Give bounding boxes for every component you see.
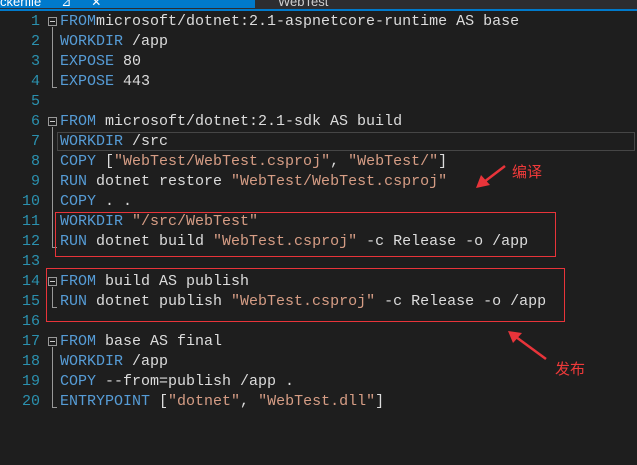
arrow-icon-build (476, 165, 506, 188)
publish-annotation: 发布 (555, 360, 586, 378)
annotation-arrows (476, 165, 547, 361)
build-annotation: 编译 (512, 163, 543, 181)
arrow-icon-publish (508, 331, 547, 361)
